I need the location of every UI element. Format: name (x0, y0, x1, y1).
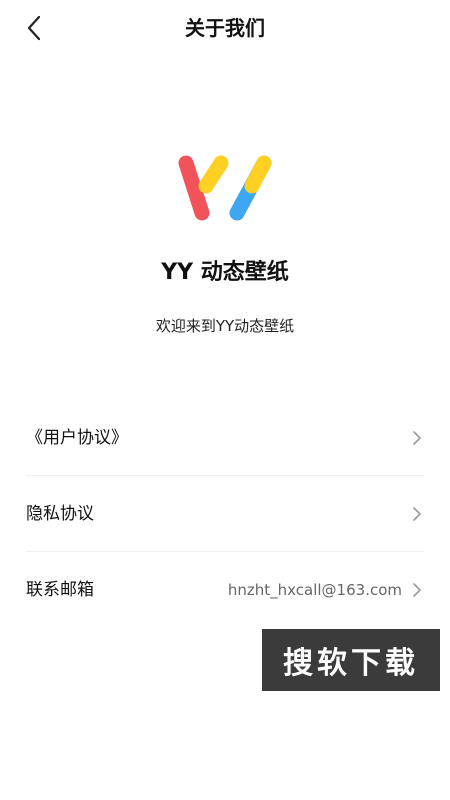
contact-email-row[interactable]: 联系邮箱 hnzht_hxcall@163.com (26, 551, 424, 627)
contact-email-value: hnzht_hxcall@163.com (227, 580, 402, 599)
page-title: 关于我们 (185, 16, 265, 40)
watermark: 搜软下载 (262, 629, 440, 691)
chevron-right-icon (410, 505, 424, 523)
yy-logo-icon (178, 155, 272, 221)
top-bar: 关于我们 (0, 0, 450, 56)
about-us-page: 关于我们 YY 动态壁纸 欢迎来到YY动态壁纸 《用户协议》 隐私协议 联系邮箱… (0, 0, 450, 800)
welcome-text: 欢迎来到YY动态壁纸 (155, 317, 295, 335)
privacy-policy-row[interactable]: 隐私协议 (26, 475, 424, 551)
user-agreement-row[interactable]: 《用户协议》 (26, 400, 424, 475)
about-list: 《用户协议》 隐私协议 联系邮箱 hnzht_hxcall@163.com (26, 400, 424, 627)
list-item-label: 《用户协议》 (26, 427, 128, 448)
list-item-label: 联系邮箱 (26, 579, 94, 600)
app-name: YY 动态壁纸 (161, 260, 289, 285)
list-item-label: 隐私协议 (26, 503, 94, 524)
chevron-right-icon (410, 429, 424, 447)
chevron-right-icon (410, 581, 424, 599)
